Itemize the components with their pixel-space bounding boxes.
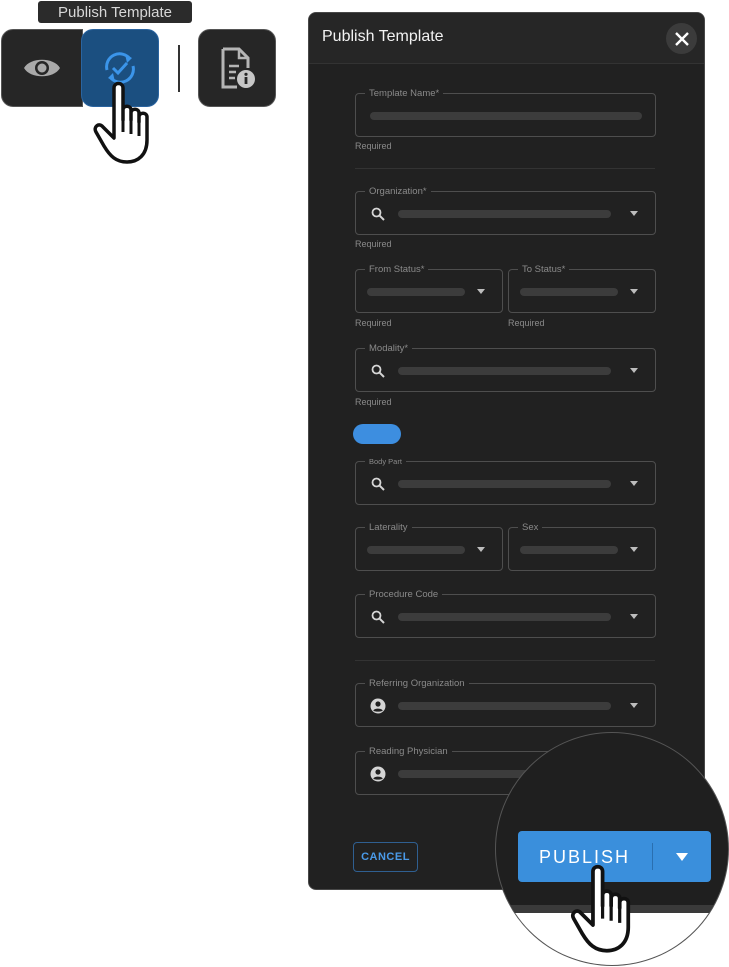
template-name-label: Template Name*	[365, 88, 444, 100]
modality-helper: Required	[355, 397, 392, 407]
from-status-field[interactable]: From Status*	[355, 264, 503, 313]
to-status-field[interactable]: To Status*	[508, 264, 656, 313]
pointer-hand-icon	[571, 864, 631, 953]
chevron-down-icon[interactable]	[676, 853, 688, 861]
section-divider	[355, 168, 655, 169]
body-part-label: Body Part	[365, 456, 406, 468]
cancel-button[interactable]: CANCEL	[353, 842, 418, 872]
toolbar-separator	[178, 45, 180, 92]
close-button[interactable]	[666, 23, 697, 54]
chevron-down-icon	[630, 614, 638, 619]
chevron-down-icon	[477, 547, 485, 552]
chevron-down-icon	[630, 211, 638, 216]
from-status-label: From Status*	[365, 264, 429, 276]
to-status-helper: Required	[508, 318, 545, 328]
organization-field[interactable]: Organization*	[355, 186, 656, 235]
sex-field[interactable]: Sex	[508, 522, 656, 571]
laterality-field[interactable]: Laterality	[355, 522, 503, 571]
search-icon	[371, 610, 385, 624]
reading-physician-label: Reading Physician	[365, 746, 452, 758]
toggle-chip[interactable]	[353, 424, 401, 444]
search-icon	[371, 364, 385, 378]
chevron-down-icon	[477, 289, 485, 294]
procedure-code-field[interactable]: Procedure Code	[355, 589, 656, 638]
chevron-down-icon	[630, 481, 638, 486]
template-info-button[interactable]	[198, 29, 276, 107]
pointer-hand-icon	[93, 81, 149, 164]
referring-organization-label: Referring Organization	[365, 678, 469, 690]
procedure-code-label: Procedure Code	[365, 589, 443, 601]
tooltip: Publish Template	[38, 1, 192, 23]
to-status-label: To Status*	[518, 264, 570, 276]
search-icon	[371, 207, 385, 221]
sex-label: Sex	[518, 522, 543, 534]
eye-icon	[24, 59, 60, 77]
dialog-title: Publish Template	[322, 28, 444, 45]
chevron-down-icon	[630, 547, 638, 552]
modality-field[interactable]: Modality*	[355, 343, 656, 392]
template-name-helper: Required	[355, 141, 392, 151]
dialog-header: Publish Template	[309, 13, 704, 64]
modality-label: Modality*	[365, 343, 413, 355]
account-circle-icon	[370, 698, 386, 714]
laterality-label: Laterality	[365, 522, 412, 534]
chevron-down-icon	[630, 703, 638, 708]
organization-helper: Required	[355, 239, 392, 249]
section-divider	[355, 660, 655, 661]
close-icon	[674, 31, 689, 46]
account-circle-icon	[370, 766, 386, 782]
publish-button-separator	[652, 843, 653, 870]
chevron-down-icon	[630, 289, 638, 294]
from-status-helper: Required	[355, 318, 392, 328]
referring-organization-field[interactable]: Referring Organization	[355, 678, 656, 727]
chevron-down-icon	[630, 368, 638, 373]
search-icon	[371, 477, 385, 491]
organization-label: Organization*	[365, 186, 431, 198]
template-name-field[interactable]: Template Name*	[355, 88, 656, 137]
document-info-icon	[221, 47, 255, 89]
preview-button[interactable]	[1, 29, 83, 107]
magnifier-callout: PUBLISH	[495, 732, 729, 966]
body-part-field[interactable]: Body Part	[355, 456, 656, 505]
